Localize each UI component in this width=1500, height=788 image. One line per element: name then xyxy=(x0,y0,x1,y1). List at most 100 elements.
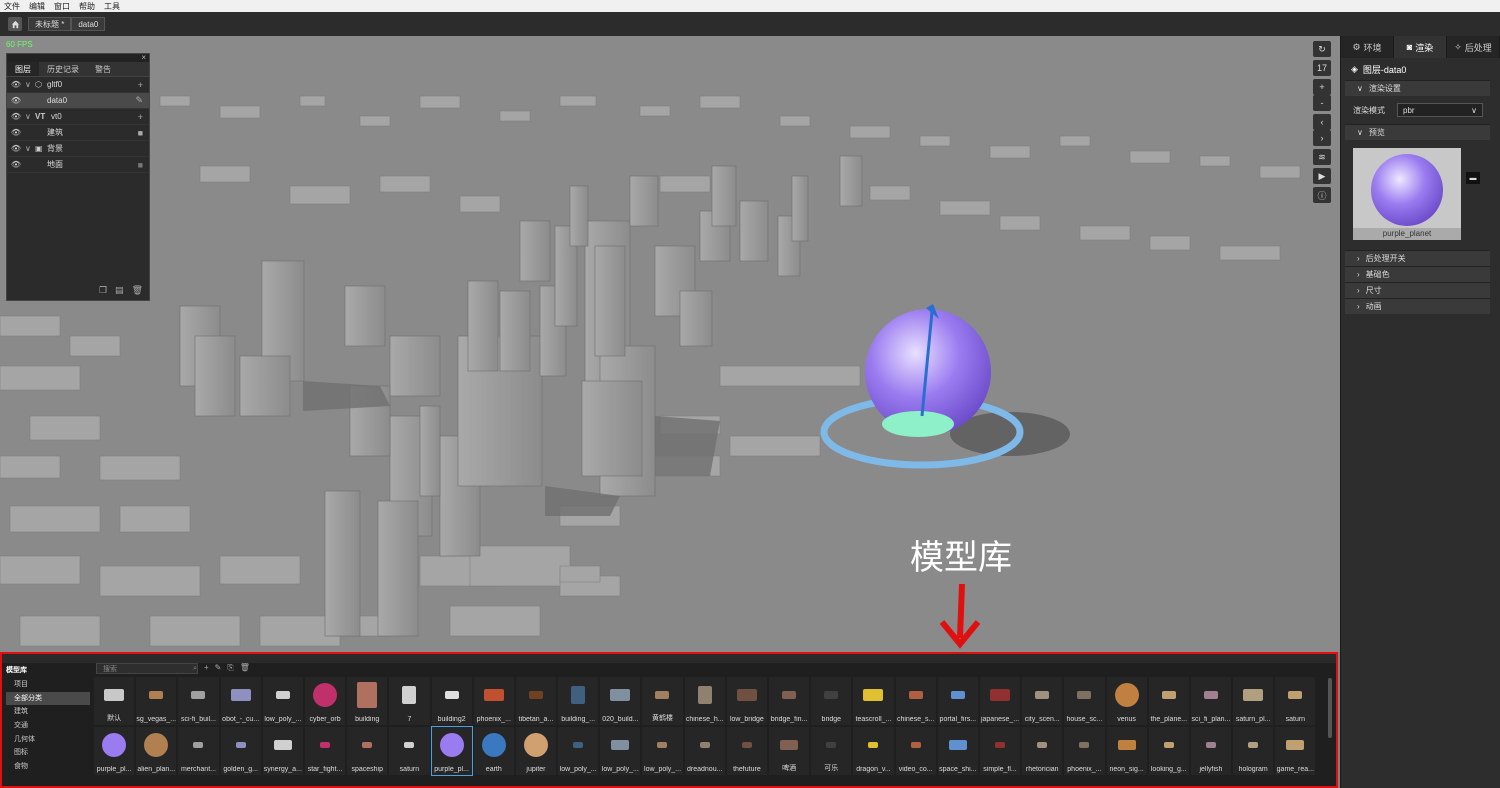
model-card[interactable]: jupiter xyxy=(515,727,557,775)
tab-layers[interactable]: 图层 xyxy=(7,62,39,76)
model-card[interactable]: chinese_h... xyxy=(684,677,725,725)
refresh-button[interactable]: ↻ xyxy=(1313,41,1331,57)
model-card[interactable]: sci-fi_buil... xyxy=(178,677,219,725)
model-card[interactable]: 可乐 xyxy=(811,727,852,775)
model-card[interactable]: looking_g... xyxy=(1148,727,1189,775)
wifi-button[interactable]: ≋ xyxy=(1313,149,1331,165)
layer-row-buildings[interactable]: 👁 建筑 ■ xyxy=(7,125,149,141)
tab-warnings[interactable]: 警告 xyxy=(87,62,119,76)
copy-icon[interactable]: ❐ xyxy=(99,285,107,296)
model-card[interactable]: low_bridge xyxy=(726,677,767,725)
model-card[interactable]: earth xyxy=(473,727,514,775)
layer-row-ground[interactable]: 👁 地面 ■ xyxy=(7,157,149,173)
model-card[interactable]: the_plane... xyxy=(1148,677,1189,725)
render-mode-select[interactable]: pbr ∨ xyxy=(1397,103,1483,117)
model-card[interactable]: sci_fi_plan... xyxy=(1190,677,1232,725)
model-card[interactable]: neon_sig... xyxy=(1106,727,1147,775)
model-card[interactable]: star_fight... xyxy=(304,727,346,775)
model-card[interactable]: sg_vegas_... xyxy=(136,677,177,725)
model-card[interactable]: purple_pl... xyxy=(430,726,473,776)
tab-render[interactable]: ◙ 渲染 xyxy=(1394,36,1447,58)
model-card[interactable]: space_shi... xyxy=(937,727,978,775)
chevron-down-icon[interactable]: ∨ xyxy=(25,80,35,89)
export-icon[interactable]: ⎘ xyxy=(227,663,233,673)
model-card[interactable]: 啤酒 xyxy=(769,727,810,775)
add-icon[interactable]: + xyxy=(138,80,143,90)
model-card[interactable]: tibetan_a... xyxy=(515,677,557,725)
model-card[interactable]: 黄鹤楼 xyxy=(642,677,683,725)
model-card[interactable]: dreadnou... xyxy=(684,727,725,775)
play-button[interactable]: ▶ xyxy=(1313,168,1331,184)
eye-icon[interactable]: 👁 xyxy=(7,144,25,153)
zoom-in-button[interactable]: + xyxy=(1313,79,1331,95)
model-card[interactable]: obot_-_cu... xyxy=(220,677,261,725)
layer-row-data0[interactable]: 👁 data0 ✎ xyxy=(7,93,149,109)
color-swatch-icon[interactable]: ■ xyxy=(138,160,143,170)
section-size[interactable]: › 尺寸 xyxy=(1345,282,1490,298)
model-card[interactable]: simple_fl... xyxy=(979,727,1021,775)
model-card[interactable]: saturn xyxy=(1275,677,1316,725)
tab-data0[interactable]: data0 xyxy=(71,17,106,31)
category-item[interactable]: 图标 xyxy=(6,746,90,760)
section-preview[interactable]: ∨ 预览 xyxy=(1345,124,1490,140)
library-scrollbar[interactable] xyxy=(1328,678,1332,738)
model-card[interactable]: saturn xyxy=(389,727,430,775)
model-card[interactable]: 默认 xyxy=(94,677,135,725)
tab-postprocess[interactable]: ✧ 后处理 xyxy=(1447,36,1500,58)
eye-icon[interactable]: 👁 xyxy=(7,160,25,169)
home-button[interactable] xyxy=(8,17,22,31)
model-card[interactable]: hologram xyxy=(1233,727,1274,775)
section-base-color[interactable]: › 基础色 xyxy=(1345,266,1490,282)
model-card[interactable]: dragon_v... xyxy=(853,727,894,775)
category-item[interactable]: 项目 xyxy=(6,678,90,692)
model-card[interactable]: cyber_orb xyxy=(304,677,346,725)
section-animation[interactable]: › 动画 xyxy=(1345,298,1490,314)
model-card[interactable]: chinese_s... xyxy=(895,677,936,725)
layer-row-vt0[interactable]: 👁 ∨ VT vt0 + xyxy=(7,109,149,125)
model-card[interactable]: synergy_a... xyxy=(262,727,303,775)
model-card[interactable]: spaceship xyxy=(347,727,388,775)
category-item[interactable]: 几何体 xyxy=(6,733,90,747)
edit-icon[interactable]: ✎ xyxy=(215,663,222,673)
model-card[interactable]: video_co... xyxy=(895,727,936,775)
eye-icon[interactable]: 👁 xyxy=(7,96,25,105)
add-icon[interactable]: + xyxy=(204,663,209,673)
scene-viewport[interactable] xyxy=(0,36,1340,652)
section-postprocess-toggle[interactable]: › 后处理开关 xyxy=(1345,250,1490,266)
model-card[interactable]: bridge xyxy=(811,677,852,725)
model-card[interactable]: city_scen... xyxy=(1022,677,1063,725)
category-item[interactable]: 交通 xyxy=(6,719,90,733)
category-item[interactable]: 食物 xyxy=(6,760,90,774)
model-card[interactable]: low_poly_... xyxy=(642,727,683,775)
category-item[interactable]: 建筑 xyxy=(6,705,90,719)
model-card[interactable]: game_rea... xyxy=(1275,727,1316,775)
model-card[interactable]: building xyxy=(347,677,388,725)
model-card[interactable]: teascroll_... xyxy=(853,677,894,725)
zoom-out-button[interactable]: - xyxy=(1313,95,1331,111)
tab-untitled[interactable]: 未标题 * xyxy=(28,17,72,31)
folder-button[interactable]: ▬ xyxy=(1466,172,1480,184)
model-card[interactable]: phoenix_... xyxy=(473,677,514,725)
color-swatch-icon[interactable]: ■ xyxy=(138,128,143,138)
model-card[interactable]: 7 xyxy=(389,677,430,725)
model-card[interactable]: venus xyxy=(1106,677,1147,725)
edit-icon[interactable]: ✎ xyxy=(135,95,143,106)
layer-row-gltf0[interactable]: 👁 ∨ ⬡ gltf0 + xyxy=(7,77,149,93)
menu-tools[interactable]: 工具 xyxy=(104,1,120,12)
chevron-down-icon[interactable]: ∨ xyxy=(25,112,35,121)
trash-icon[interactable]: 🗑 xyxy=(240,663,250,673)
eye-icon[interactable]: 👁 xyxy=(7,80,25,89)
collapse-right-button[interactable]: › xyxy=(1313,130,1331,146)
section-render-settings[interactable]: ∨ 渲染设置 xyxy=(1345,80,1490,96)
menu-edit[interactable]: 编辑 xyxy=(29,1,45,12)
model-card[interactable]: bridge_fin... xyxy=(769,677,810,725)
model-card[interactable]: phoenix_... xyxy=(1064,727,1105,775)
model-card[interactable]: jellyfish xyxy=(1190,727,1232,775)
model-card[interactable]: house_sc... xyxy=(1064,677,1105,725)
model-card[interactable]: alien_plan... xyxy=(136,727,177,775)
model-card[interactable]: saturn_pl... xyxy=(1233,677,1274,725)
info-button[interactable]: ⓘ xyxy=(1313,187,1331,203)
model-card[interactable]: merchant... xyxy=(178,727,219,775)
layer-panel-titlebar[interactable]: × xyxy=(7,53,149,62)
menu-window[interactable]: 窗口 xyxy=(54,1,70,12)
